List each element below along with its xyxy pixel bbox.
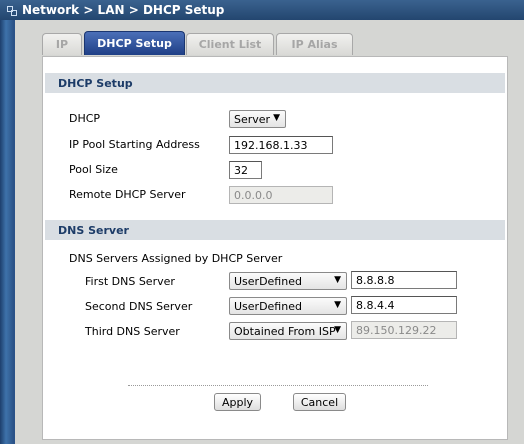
section-header-dns-server: DNS Server xyxy=(45,220,505,240)
section-header-dhcp-setup: DHCP Setup xyxy=(45,73,505,93)
dhcp-label: DHCP xyxy=(69,112,101,125)
third-dns-mode-value: Obtained From ISP xyxy=(234,324,336,338)
tab-dhcp-setup[interactable]: DHCP Setup xyxy=(84,31,185,55)
apply-button[interactable]: Apply xyxy=(214,393,261,411)
dns-assigned-label: DNS Servers Assigned by DHCP Server xyxy=(69,252,283,265)
pool-start-label: IP Pool Starting Address xyxy=(69,138,200,151)
pool-size-label: Pool Size xyxy=(69,163,118,176)
second-dns-mode-value: UserDefined xyxy=(234,299,302,313)
window-title: Network > LAN > DHCP Setup xyxy=(22,3,225,17)
main-panel: IP DHCP Setup Client List IP Alias DHCP … xyxy=(15,20,524,444)
window-titlebar: Network > LAN > DHCP Setup xyxy=(0,0,524,20)
remote-dhcp-label: Remote DHCP Server xyxy=(69,188,186,201)
dhcp-mode-value: Server xyxy=(234,112,271,126)
network-icon xyxy=(6,5,17,16)
tab-client-list[interactable]: Client List xyxy=(186,33,274,55)
second-dns-mode-select[interactable]: UserDefined ▼ xyxy=(229,297,347,315)
tab-ip-alias[interactable]: IP Alias xyxy=(276,33,353,55)
third-dns-ip-input xyxy=(351,321,457,339)
first-dns-mode-select[interactable]: UserDefined ▼ xyxy=(229,272,347,290)
dropdown-arrow-icon: ▼ xyxy=(273,113,280,123)
first-dns-ip-input[interactable] xyxy=(351,271,457,289)
remote-dhcp-input xyxy=(229,186,333,204)
divider xyxy=(128,385,428,386)
third-dns-mode-select[interactable]: Obtained From ISP ▼ xyxy=(229,322,347,340)
first-dns-mode-value: UserDefined xyxy=(234,274,302,288)
first-dns-label: First DNS Server xyxy=(85,275,175,288)
tab-ip[interactable]: IP xyxy=(42,33,82,55)
dropdown-arrow-icon: ▼ xyxy=(334,275,341,285)
dropdown-arrow-icon: ▼ xyxy=(334,300,341,310)
pool-start-input[interactable] xyxy=(229,136,333,154)
second-dns-label: Second DNS Server xyxy=(85,300,193,313)
dhcp-mode-select[interactable]: Server ▼ xyxy=(229,110,286,128)
cancel-button[interactable]: Cancel xyxy=(293,393,346,411)
content-area: DHCP Setup DHCP Server ▼ IP Pool Startin… xyxy=(42,56,508,440)
dropdown-arrow-icon: ▼ xyxy=(334,325,341,335)
pool-size-input[interactable] xyxy=(229,161,262,179)
second-dns-ip-input[interactable] xyxy=(351,296,457,314)
third-dns-label: Third DNS Server xyxy=(85,325,180,338)
